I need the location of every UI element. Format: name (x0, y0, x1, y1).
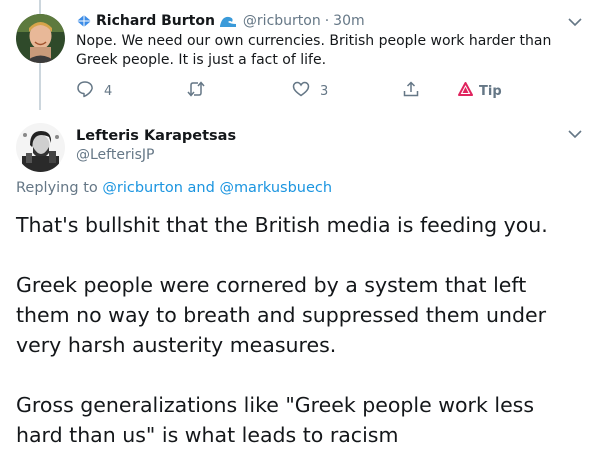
chevron-down-icon[interactable] (567, 126, 583, 142)
avatar-richard-burton[interactable] (16, 14, 65, 63)
reply-timestamp[interactable]: 30m (333, 13, 364, 29)
chevron-down-icon[interactable] (567, 14, 583, 30)
reply-count: 4 (104, 83, 113, 99)
reply-button[interactable]: 4 (76, 80, 112, 102)
main-tweet-author[interactable]: Lefteris Karapetsas @LefterisJP (76, 126, 236, 166)
main-author-name[interactable]: Lefteris Karapetsas (76, 126, 236, 146)
reply-author-handle[interactable]: @ricburton (243, 13, 321, 29)
main-author-handle[interactable]: @LefterisJP (76, 146, 236, 166)
tip-label: Tip (479, 83, 502, 99)
kite-icon (76, 14, 92, 28)
retweet-icon (186, 80, 206, 102)
reply-tweet-actions: 4 3 Tip (76, 80, 516, 102)
reply-tweet-header: Richard Burton @ricburton · 30m (76, 10, 583, 32)
tweet-paragraph: Greek people were cornered by a system t… (16, 273, 547, 357)
tweet-paragraph: That's bullshit that the British media i… (16, 213, 548, 237)
tip-button[interactable]: Tip (458, 80, 502, 102)
retweet-button[interactable] (186, 80, 216, 102)
comment-icon (76, 80, 94, 102)
heart-icon (292, 80, 310, 102)
avatar-lefteris-karapetsas[interactable] (16, 123, 65, 172)
share-button[interactable] (402, 80, 420, 102)
header-separator: · (324, 13, 330, 29)
like-count: 3 (320, 83, 329, 99)
replying-to-label: Replying to (16, 180, 98, 196)
replying-user-link[interactable]: @markusbuech (219, 180, 332, 196)
share-icon (402, 80, 420, 102)
replying-to-line: Replying to @ricburton and @markusbuech (16, 180, 332, 196)
reply-tweet: Richard Burton @ricburton · 30m Nope. We… (76, 10, 583, 70)
replying-and: and (187, 180, 215, 196)
reply-author-name[interactable]: Richard Burton (96, 13, 215, 29)
wave-icon (219, 14, 237, 28)
tip-triangle-icon (458, 82, 473, 100)
replying-user-link[interactable]: @ricburton (102, 180, 183, 196)
like-button[interactable]: 3 (292, 80, 328, 102)
reply-tweet-text: Nope. We need our own currencies. Britis… (76, 33, 552, 68)
tweet-paragraph: Gross generalizations like "Greek people… (16, 393, 535, 447)
main-tweet-text: That's bullshit that the British media i… (16, 210, 586, 450)
